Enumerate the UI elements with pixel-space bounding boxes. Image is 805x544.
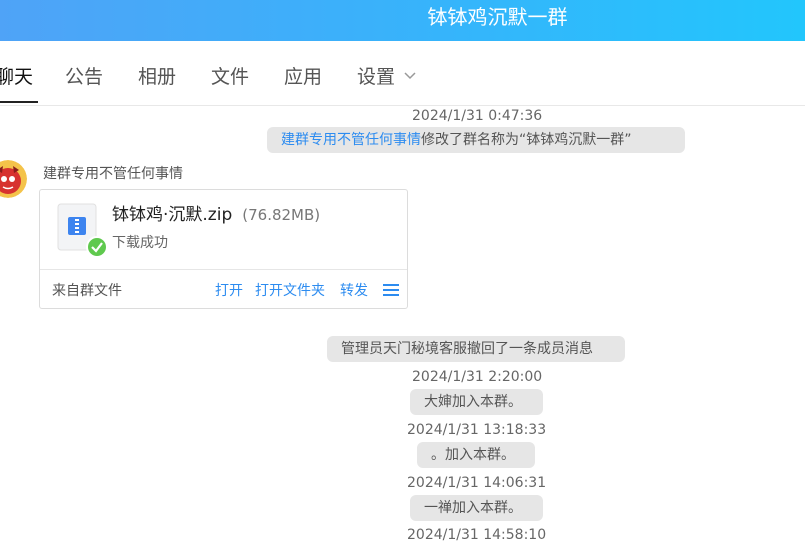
- system-notice-join: 一禅加入本群。: [410, 495, 543, 521]
- check-circle-icon: [86, 236, 108, 258]
- avatar[interactable]: [0, 160, 27, 198]
- active-tab-indicator: [0, 101, 38, 103]
- system-notice-join: 大婶加入本群。: [410, 389, 543, 415]
- menu-lines-icon[interactable]: [383, 283, 399, 297]
- sender-name: 建群专用不管任何事情: [43, 166, 183, 182]
- open-button[interactable]: 打开: [215, 282, 243, 300]
- card-divider: [40, 269, 407, 270]
- tab-album[interactable]: 相册: [138, 65, 176, 89]
- file-name[interactable]: 钵钵鸡·沉默.zip (76.82MB): [112, 204, 320, 226]
- tab-settings[interactable]: 设置: [357, 65, 395, 89]
- system-notice-join: 。加入本群。: [417, 442, 535, 468]
- forward-button[interactable]: 转发: [340, 282, 368, 300]
- file-size: (76.82MB): [242, 206, 321, 224]
- notice-text: 修改了群名称为“钵钵鸡沉默一群”: [421, 132, 632, 148]
- download-status: 下载成功: [112, 235, 168, 251]
- open-folder-button[interactable]: 打开文件夹: [255, 282, 325, 300]
- user-link[interactable]: 建群专用不管任何事情: [281, 132, 421, 148]
- timestamp: 2024/1/31 14:06:31: [407, 475, 547, 491]
- system-notice-recall: 管理员天门秘境客服撤回了一条成员消息: [327, 336, 625, 362]
- tab-announcement[interactable]: 公告: [65, 65, 103, 89]
- file-name-text: 钵钵鸡·沉默.zip: [112, 205, 233, 225]
- timestamp: 2024/1/31 13:18:33: [407, 422, 547, 438]
- tab-files[interactable]: 文件: [211, 65, 249, 89]
- chevron-down-icon[interactable]: [404, 72, 416, 80]
- window-title: 钵钵鸡沉默一群: [427, 5, 568, 29]
- system-notice-rename: 建群专用不管任何事情修改了群名称为“钵钵鸡沉默一群”: [267, 127, 685, 153]
- tab-chat[interactable]: 聊天: [0, 65, 33, 89]
- title-bar: 钵钵鸡沉默一群: [0, 0, 805, 41]
- timestamp: 2024/1/31 0:47:36: [412, 108, 543, 124]
- file-source: 来自群文件: [52, 283, 122, 299]
- timestamp: 2024/1/31 14:58:10: [407, 527, 547, 543]
- timestamp: 2024/1/31 2:20:00: [412, 369, 543, 385]
- file-card[interactable]: 钵钵鸡·沉默.zip (76.82MB) 下载成功 来自群文件 打开 打开文件夹 …: [39, 189, 408, 309]
- tab-bar: 聊天 公告 相册 文件 应用 设置: [0, 41, 805, 106]
- tab-apps[interactable]: 应用: [284, 65, 322, 89]
